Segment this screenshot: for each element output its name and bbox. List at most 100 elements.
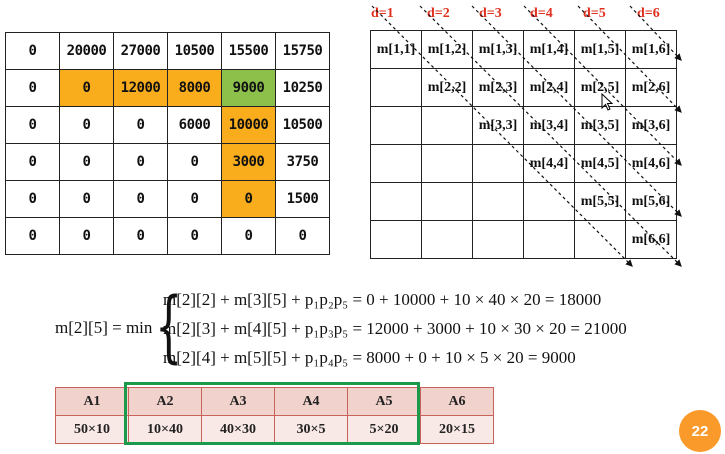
m-cell: m[5,6]	[625, 182, 677, 221]
formula-line: m[2][4] + m[5][5] + p₁p₄p₅ = 8000 + 0 + …	[163, 348, 576, 367]
dp-cell: 0	[167, 143, 222, 181]
m-cell: m[6,6]	[625, 220, 677, 259]
dp-cell: 0	[59, 69, 114, 107]
m-cell: m[3,4]	[523, 106, 575, 145]
m-cell: m[4,5]	[574, 144, 626, 183]
m-cell: m[2,2]	[421, 68, 473, 107]
m-cell: m[2,3]	[472, 68, 524, 107]
m-cell: m[3,6]	[625, 106, 677, 145]
m-cell: m[2,5]	[574, 68, 626, 107]
dp-cell: 0	[221, 217, 276, 255]
recurrence-formula: m[2][5] = min { m[2][2] + m[3][5] + p₁p₂…	[55, 288, 675, 376]
dp-row: 0 20000 27000 10500 15500 15750	[5, 32, 330, 70]
m-cell	[574, 220, 626, 259]
diagonal-label: d=2	[427, 6, 450, 21]
dp-cell: 9000	[221, 69, 276, 107]
m-cell	[370, 106, 422, 145]
dp-row: 0 0 0 0 3000 3750	[5, 143, 330, 181]
m-row: m[2,2] m[2,3] m[2,4] m[2,5] m[2,6]	[370, 68, 677, 107]
dp-cell: 1500	[275, 180, 330, 218]
m-cell: m[1,4]	[523, 30, 575, 69]
diagonal-label: d=5	[583, 6, 606, 21]
matrix-name: A1	[55, 387, 129, 416]
matrix-name: A6	[420, 387, 494, 416]
m-cell	[523, 182, 575, 221]
m-cell: m[5,5]	[574, 182, 626, 221]
m-cell	[370, 220, 422, 259]
m-cell: m[1,3]	[472, 30, 524, 69]
m-cell: m[1,5]	[574, 30, 626, 69]
m-cell: m[1,1]	[370, 30, 422, 69]
dp-row: 000000	[5, 217, 330, 255]
m-cell	[421, 182, 473, 221]
matrix-dim: 50×10	[55, 415, 129, 444]
m-row: m[3,3] m[3,4] m[3,5] m[3,6]	[370, 106, 677, 145]
dp-cell: 0	[5, 106, 60, 144]
dp-cell: 20000	[59, 32, 114, 70]
dp-cell: 0	[5, 217, 60, 255]
diagonal-label: d=6	[637, 6, 660, 21]
m-cell	[421, 220, 473, 259]
dp-cell: 15500	[221, 32, 276, 70]
dp-cell: 3000	[221, 143, 276, 181]
highlight-box	[124, 382, 420, 445]
m-cell	[472, 144, 524, 183]
dp-cost-table: 0 20000 27000 10500 15500 15750 0 0 12000 8000 900…	[5, 32, 330, 255]
dp-cell: 0	[59, 217, 114, 255]
m-row: m[5,5] m[5,6]	[370, 182, 677, 221]
dp-cell: 0	[5, 143, 60, 181]
m-cell	[421, 144, 473, 183]
m-cell	[421, 106, 473, 145]
page-number-badge: 22	[679, 410, 721, 452]
m-cell: m[2,6]	[625, 68, 677, 107]
dp-cell: 0	[113, 217, 168, 255]
dp-cell: 6000	[167, 106, 222, 144]
diagonal-label: d=1	[371, 6, 394, 21]
formula-lhs: m[2][5] = min	[55, 318, 153, 337]
m-row: m[4,4] m[4,5] m[4,6]	[370, 144, 677, 183]
m-cell	[523, 220, 575, 259]
dp-cell: 10000	[221, 106, 276, 144]
dp-cell: 0	[59, 180, 114, 218]
m-cell	[370, 182, 422, 221]
dp-cell: 0	[5, 180, 60, 218]
dp-cell: 8000	[167, 69, 222, 107]
dp-cell: 10500	[167, 32, 222, 70]
dp-cell: 0	[5, 69, 60, 107]
dp-cell: 27000	[113, 32, 168, 70]
m-cell: m[1,2]	[421, 30, 473, 69]
m-cell: m[3,5]	[574, 106, 626, 145]
dp-cell: 0	[113, 143, 168, 181]
m-cell: m[4,6]	[625, 144, 677, 183]
m-cell	[472, 220, 524, 259]
dp-row: 0 0 0 0 0 1500	[5, 180, 330, 218]
dp-cell: 0	[167, 217, 222, 255]
dp-cell: 0	[113, 180, 168, 218]
dp-cell: 0	[221, 180, 276, 218]
dp-cell: 0	[275, 217, 330, 255]
dp-cell: 0	[5, 32, 60, 70]
m-cell	[472, 182, 524, 221]
dp-cell: 0	[59, 106, 114, 144]
formula-line: m[2][3] + m[4][5] + p₁p₃p₅ = 12000 + 300…	[163, 319, 627, 338]
dp-cell: 0	[59, 143, 114, 181]
dp-cell: 10500	[275, 106, 330, 144]
dp-cell: 15750	[275, 32, 330, 70]
matrix-dim: 20×15	[420, 415, 494, 444]
m-cell	[370, 68, 422, 107]
m-cell: m[1,6]	[625, 30, 677, 69]
dp-cell: 3750	[275, 143, 330, 181]
dp-row: 0 0 12000 8000 9000 10250	[5, 69, 330, 107]
m-cell: m[3,3]	[472, 106, 524, 145]
formula-line: m[2][2] + m[3][5] + p₁p₂p₅ = 0 + 10000 +…	[163, 290, 602, 309]
mouse-cursor-icon	[601, 93, 614, 111]
diagonal-label: d=4	[530, 6, 553, 21]
dp-cell: 10250	[275, 69, 330, 107]
dp-cell: 0	[167, 180, 222, 218]
dp-cell: 0	[113, 106, 168, 144]
dp-row: 0 0 0 6000 10000 10500	[5, 106, 330, 144]
m-cell: m[4,4]	[523, 144, 575, 183]
m-structure-table: m[1,1] m[1,2] m[1,3] m[1,4] m[1,5] m[1,6] m[2,…	[370, 30, 677, 259]
diagonal-label: d=3	[479, 6, 502, 21]
m-row: m[6,6]	[370, 220, 677, 259]
